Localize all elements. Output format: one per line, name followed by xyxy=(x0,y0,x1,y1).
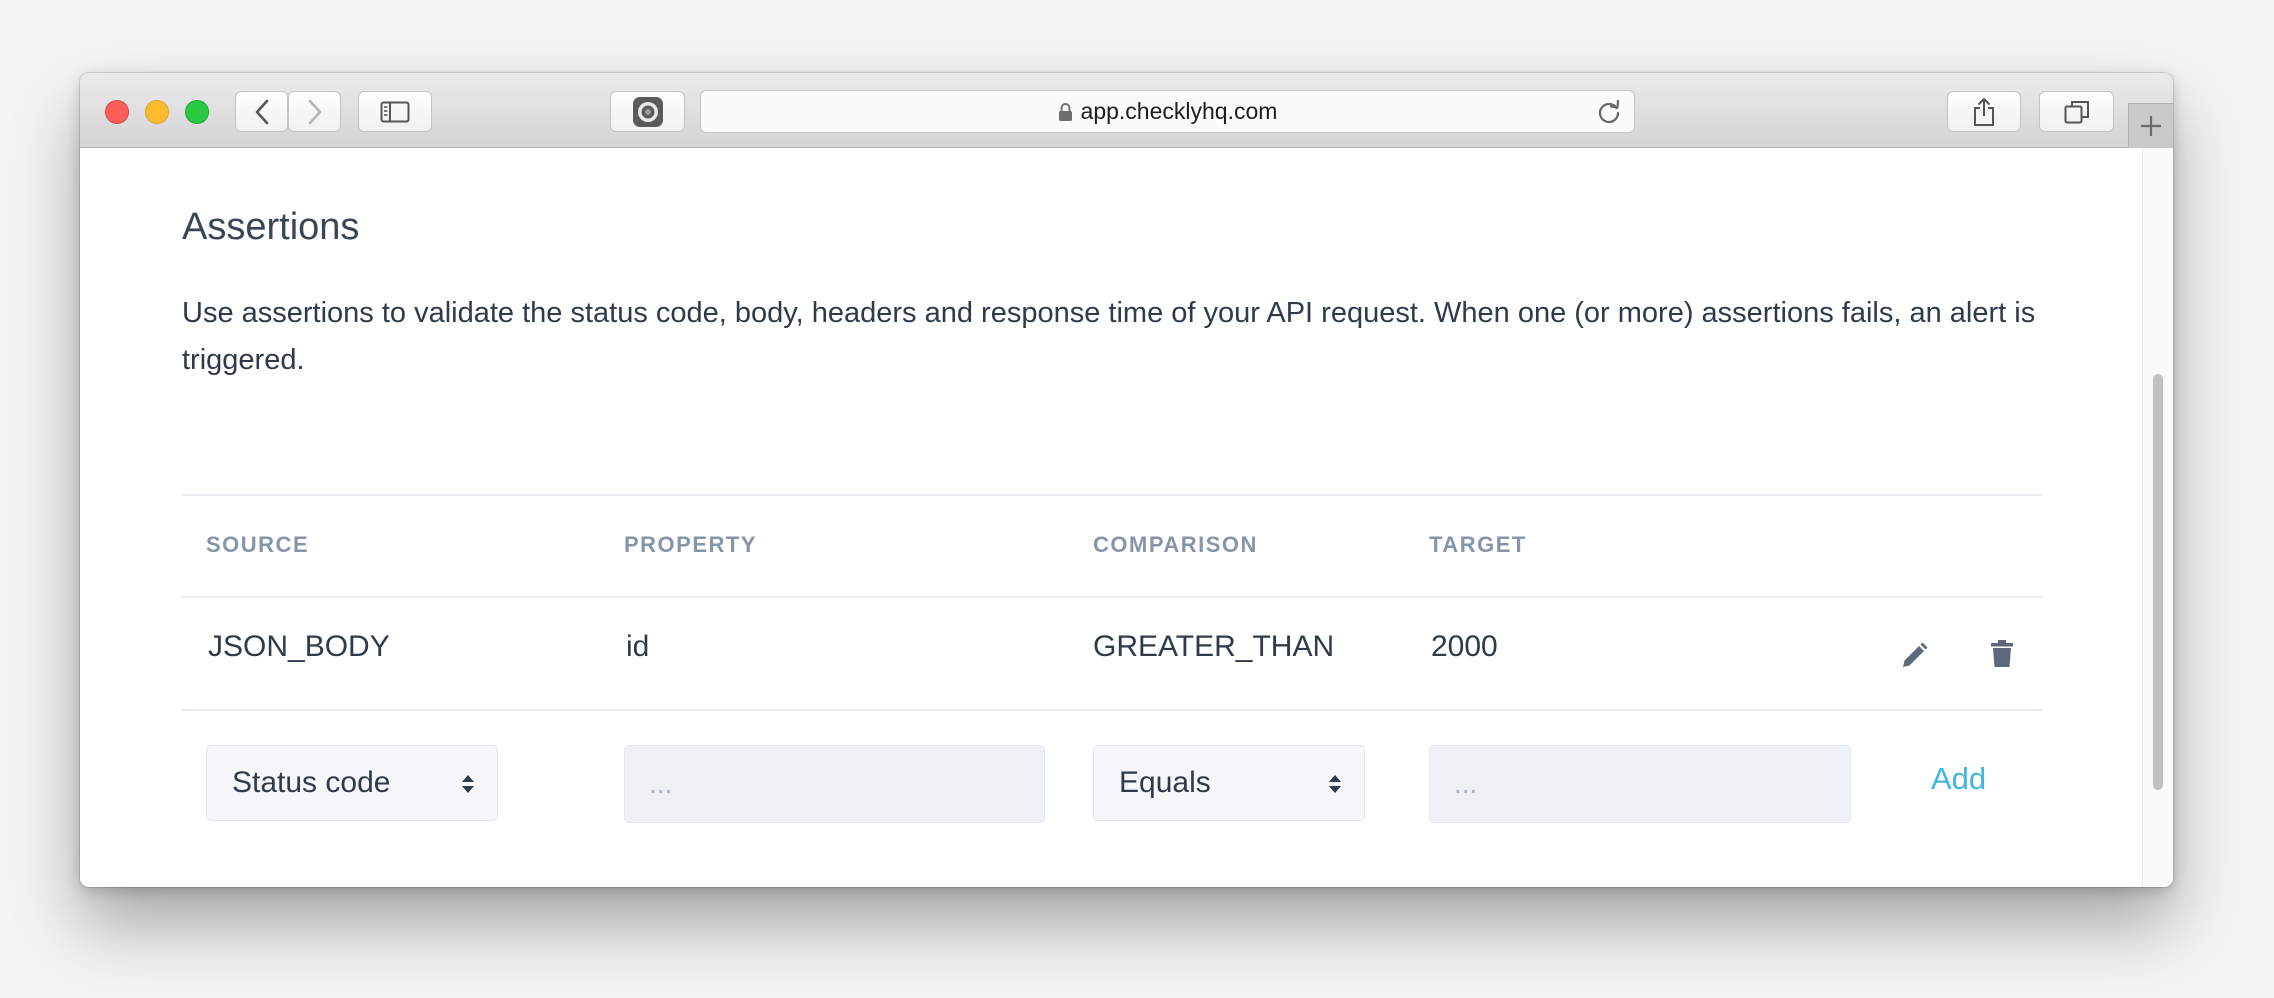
table-top-divider xyxy=(182,494,2042,496)
header-divider xyxy=(182,596,2042,598)
select-arrows-icon xyxy=(1329,775,1341,793)
row-divider xyxy=(182,709,2042,711)
row-target: 2000 xyxy=(1431,630,1498,663)
new-tab-button[interactable] xyxy=(2128,103,2173,148)
add-assertion-button[interactable]: Add xyxy=(1931,761,1986,797)
close-window-button[interactable] xyxy=(105,100,129,124)
browser-window: app.checklyhq.com Assertions Use asserti… xyxy=(80,73,2173,887)
column-header-source: SOURCE xyxy=(206,532,310,557)
property-input[interactable]: ... xyxy=(624,745,1045,823)
comparison-select[interactable]: Equals xyxy=(1093,745,1365,821)
delete-assertion-button[interactable] xyxy=(1984,636,2020,672)
extension-button[interactable] xyxy=(610,91,685,132)
extension-icon xyxy=(632,96,663,127)
forward-arrow-icon xyxy=(308,99,321,124)
plus-icon xyxy=(2141,116,2161,136)
target-input[interactable]: ... xyxy=(1429,745,1851,823)
column-header-property: PROPERTY xyxy=(624,532,758,557)
lock-icon xyxy=(1058,102,1072,121)
share-icon xyxy=(1974,97,1994,126)
scrollbar-thumb[interactable] xyxy=(2153,374,2163,790)
row-source: JSON_BODY xyxy=(208,630,390,663)
page-content: Assertions Use assertions to validate th… xyxy=(80,148,2173,887)
select-arrows-icon xyxy=(462,775,474,793)
sidebar-toggle-button[interactable] xyxy=(358,91,432,132)
scrollbar-track[interactable] xyxy=(2142,148,2173,887)
property-input-placeholder: ... xyxy=(649,768,673,799)
section-title: Assertions xyxy=(182,206,360,248)
section-description: Use assertions to validate the status co… xyxy=(182,297,2036,376)
browser-toolbar: app.checklyhq.com xyxy=(80,73,2173,148)
address-bar[interactable]: app.checklyhq.com xyxy=(700,90,1635,133)
row-property: id xyxy=(626,630,650,663)
column-header-target: TARGET xyxy=(1429,532,1527,557)
comparison-select-value: Equals xyxy=(1119,766,1211,799)
show-tabs-button[interactable] xyxy=(2039,91,2114,132)
minimize-window-button[interactable] xyxy=(145,100,169,124)
edit-assertion-button[interactable] xyxy=(1896,638,1932,674)
maximize-window-button[interactable] xyxy=(185,100,209,124)
column-header-comparison: COMPARISON xyxy=(1093,532,1258,557)
source-select-value: Status code xyxy=(232,766,391,799)
reload-icon[interactable] xyxy=(1596,99,1622,125)
pencil-icon xyxy=(1903,642,1928,667)
url-text: app.checklyhq.com xyxy=(1080,98,1278,124)
row-comparison: GREATER_THAN xyxy=(1093,630,1335,663)
target-input-placeholder: ... xyxy=(1454,768,1478,799)
trash-icon xyxy=(1991,640,2013,667)
forward-button[interactable] xyxy=(288,91,341,132)
share-button[interactable] xyxy=(1947,91,2021,132)
tabs-icon xyxy=(2064,100,2089,123)
sidebar-icon xyxy=(380,101,410,122)
back-arrow-icon xyxy=(255,99,268,124)
source-select[interactable]: Status code xyxy=(206,745,498,821)
back-button[interactable] xyxy=(235,91,288,132)
